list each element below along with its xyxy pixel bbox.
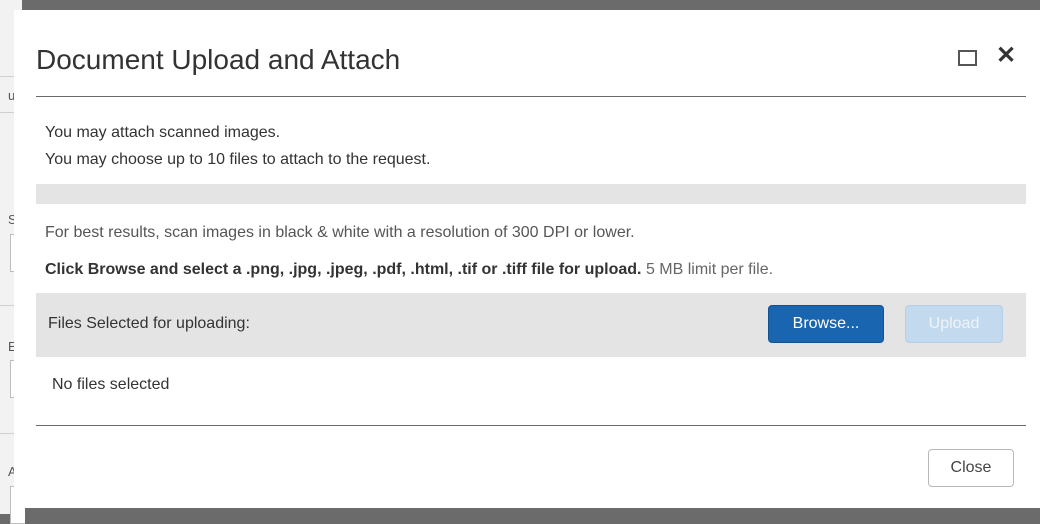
close-icon[interactable]: ✕ xyxy=(996,43,1016,69)
footer-divider xyxy=(36,425,1026,426)
upload-button[interactable]: Upload xyxy=(905,305,1003,343)
header-divider xyxy=(36,96,1026,97)
close-button[interactable]: Close xyxy=(928,449,1014,487)
files-selected-bar: Files Selected for uploading: Browse... … xyxy=(36,293,1026,357)
best-results-note: For best results, scan images in black &… xyxy=(45,224,635,241)
instructions-bold: Click Browse and select a .png, .jpg, .j… xyxy=(45,261,642,278)
file-type-instructions: Click Browse and select a .png, .jpg, .j… xyxy=(45,261,773,279)
size-limit: 5 MB limit per file. xyxy=(645,261,774,278)
dialog-title: Document Upload and Attach xyxy=(36,44,401,75)
separator-strip xyxy=(36,184,1026,204)
no-files-message: No files selected xyxy=(52,376,170,393)
files-selected-label: Files Selected for uploading: xyxy=(48,315,250,332)
intro-line-2: You may choose up to 10 files to attach … xyxy=(45,151,431,168)
browse-button[interactable]: Browse... xyxy=(768,305,884,343)
upload-dialog: Document Upload and Attach ✕ You may att… xyxy=(14,10,1040,508)
maximize-icon[interactable] xyxy=(958,50,977,66)
intro-line-1: You may attach scanned images. xyxy=(45,124,281,141)
